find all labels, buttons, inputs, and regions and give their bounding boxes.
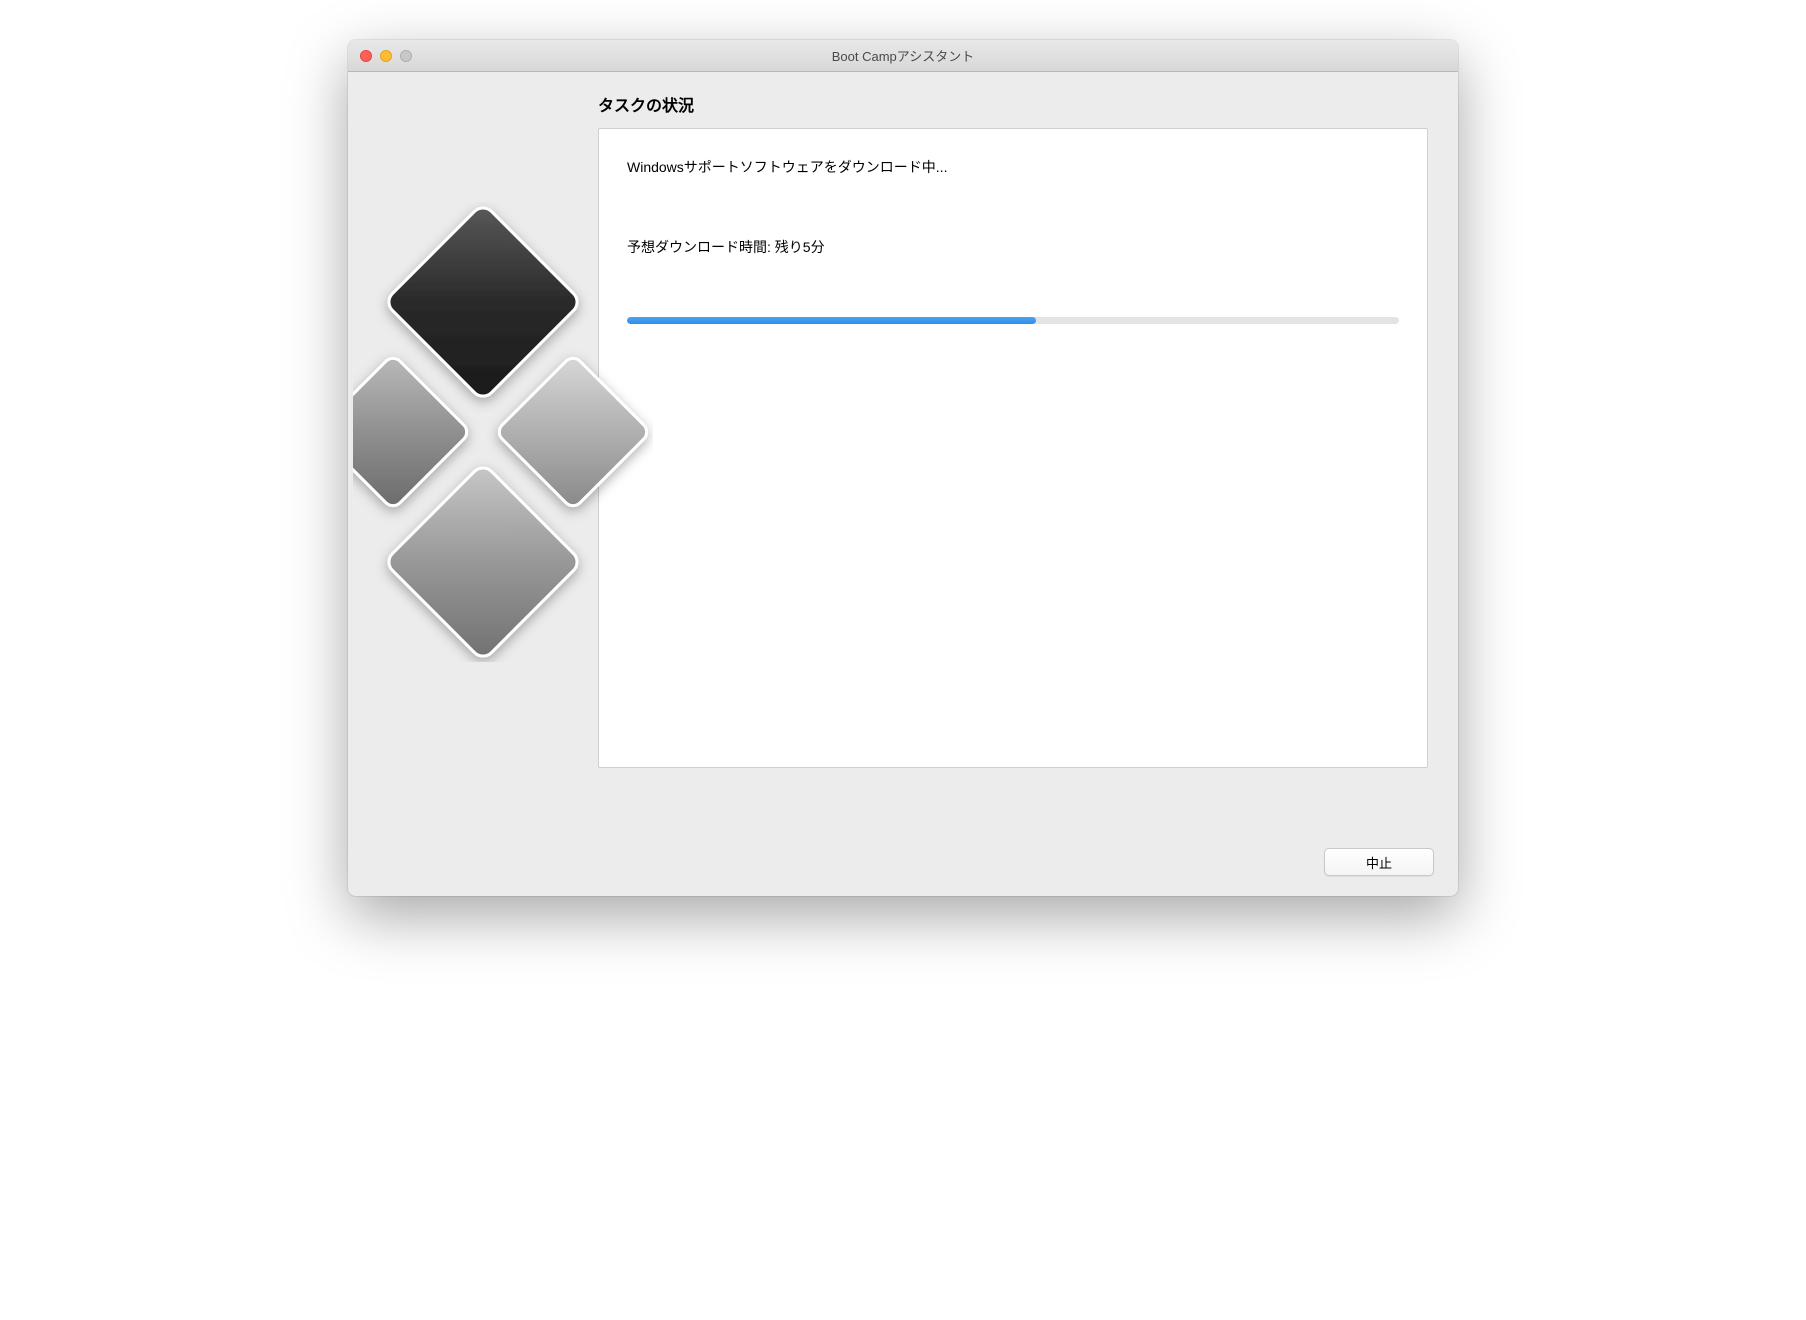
bootcamp-logo-icon xyxy=(353,202,653,667)
status-panel: Windowsサポートソフトウェアをダウンロード中... 予想ダウンロード時間:… xyxy=(598,128,1428,768)
window-title: Boot Campアシスタント xyxy=(348,46,1458,65)
download-status-text: Windowsサポートソフトウェアをダウンロード中... xyxy=(627,157,1399,177)
maximize-icon xyxy=(400,50,412,62)
app-window: Boot Campアシスタント xyxy=(348,40,1458,896)
download-progress-bar xyxy=(627,317,1399,324)
cancel-button[interactable]: 中止 xyxy=(1324,848,1434,876)
titlebar[interactable]: Boot Campアシスタント xyxy=(348,40,1458,72)
minimize-icon[interactable] xyxy=(380,50,392,62)
window-controls xyxy=(348,50,412,62)
close-icon[interactable] xyxy=(360,50,372,62)
sidebar xyxy=(348,72,598,832)
button-row: 中止 xyxy=(348,832,1458,896)
content-area: タスクの状況 Windowsサポートソフトウェアをダウンロード中... 予想ダウ… xyxy=(348,72,1458,832)
download-eta-text: 予想ダウンロード時間: 残り5分 xyxy=(627,237,1399,257)
download-progress-fill xyxy=(627,317,1036,324)
main-content: タスクの状況 Windowsサポートソフトウェアをダウンロード中... 予想ダウ… xyxy=(598,72,1458,832)
page-title: タスクの状況 xyxy=(598,92,1428,116)
